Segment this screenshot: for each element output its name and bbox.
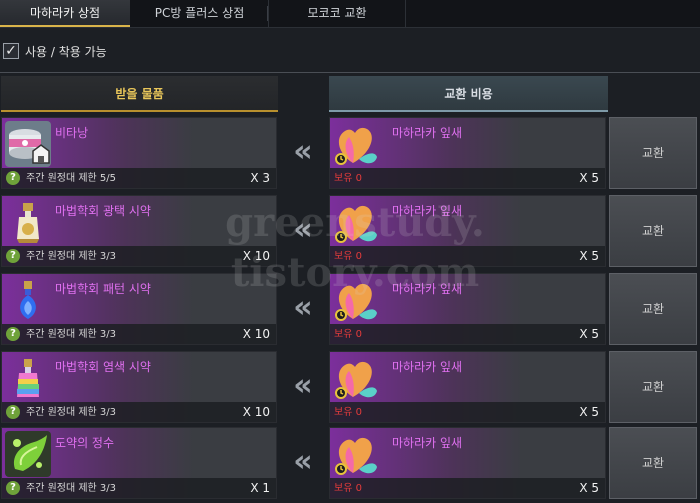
owned-count: 보유 0 [334,173,362,184]
exchange-row: 마법학회 광택 시약 ? 주간 원정대 제한 3/3 X 10 « 마하라카 잎… [0,195,700,269]
maharaka-leaf-icon [333,355,379,401]
exchange-row: 도약의 정수 ? 주간 원정대 제한 3/3 X 1 « 마하라카 잎새 보유 … [0,427,700,501]
cost-item-name: 마하라카 잎새 [392,204,463,218]
item-quantity: X 3 [250,171,270,185]
item-quantity: X 10 [242,327,270,341]
maharaka-leaf-icon [333,431,379,477]
usable-filter-label: 사용 / 착용 가능 [25,44,107,59]
exchange-row: 비타낭 ? 주간 원정대 제한 5/5 X 3 « 마하라카 잎새 보유 0 X… [0,117,700,191]
item-slot[interactable]: 비타낭 ? 주간 원정대 제한 5/5 X 3 [1,117,277,189]
gold-potion-icon [5,199,51,245]
cost-item-name: 마하라카 잎새 [392,126,463,140]
owned-count: 보유 0 [334,251,362,262]
weekly-limit: 주간 원정대 제한 3/3 [26,329,117,340]
help-icon[interactable]: ? [6,405,20,419]
exchange-button[interactable]: 교환 [609,273,697,345]
maharaka-leaf-icon [333,199,379,245]
cost-quantity: X 5 [579,481,599,495]
item-name: 마법학회 패턴 시약 [55,282,151,296]
double-chevron-left-icon: « [293,290,313,325]
cost-quantity: X 5 [579,249,599,263]
exchange-button[interactable]: 교환 [609,351,697,423]
usable-checkbox[interactable]: ✓ [3,43,19,59]
weekly-limit: 주간 원정대 제한 5/5 [26,173,117,184]
exchange-button[interactable]: 교환 [609,427,697,499]
cost-item-name: 마하라카 잎새 [392,360,463,374]
owned-count: 보유 0 [334,407,362,418]
usable-filter[interactable]: ✓ 사용 / 착용 가능 [3,42,107,60]
double-chevron-left-icon: « [293,212,313,247]
item-quantity: X 10 [242,405,270,419]
blue-potion-icon [5,277,51,323]
exchange-row: 마법학회 패턴 시약 ? 주간 원정대 제한 3/3 X 10 « 마하라카 잎… [0,273,700,347]
tab-maharaka-shop[interactable]: 마하라카 상점 [0,0,130,27]
double-chevron-left-icon: « [293,368,313,403]
cost-slot[interactable]: 마하라카 잎새 보유 0 X 5 [329,117,606,189]
help-icon[interactable]: ? [6,171,20,185]
cost-quantity: X 5 [579,327,599,341]
item-slot[interactable]: 마법학회 광택 시약 ? 주간 원정대 제한 3/3 X 10 [1,195,277,267]
owned-count: 보유 0 [334,483,362,494]
owned-count: 보유 0 [334,329,362,340]
double-chevron-left-icon: « [293,444,313,479]
cost-slot[interactable]: 마하라카 잎새 보유 0 X 5 [329,273,606,345]
tab-bar: 마하라카 상점 PC방 플러스 상점 모코코 교환 [0,0,700,28]
item-quantity: X 10 [242,249,270,263]
exchange-cost-header: 교환 비용 [329,76,608,112]
help-icon[interactable]: ? [6,327,20,341]
cost-info-bar [330,324,605,344]
pet-food-can-icon [5,121,51,167]
cost-info-bar [330,168,605,188]
help-icon[interactable]: ? [6,481,20,495]
exchange-button[interactable]: 교환 [609,195,697,267]
cost-item-name: 마하라카 잎새 [392,282,463,296]
cost-slot[interactable]: 마하라카 잎새 보유 0 X 5 [329,351,606,423]
exchange-button[interactable]: 교환 [609,117,697,189]
tab-mokoko-exchange[interactable]: 모코코 교환 [268,0,406,27]
cost-slot[interactable]: 마하라카 잎새 보유 0 X 5 [329,427,606,499]
cost-quantity: X 5 [579,405,599,419]
cost-slot[interactable]: 마하라카 잎새 보유 0 X 5 [329,195,606,267]
help-icon[interactable]: ? [6,249,20,263]
item-slot[interactable]: 도약의 정수 ? 주간 원정대 제한 3/3 X 1 [1,427,277,499]
cost-info-bar [330,246,605,266]
item-name: 도약의 정수 [55,436,115,450]
cost-info-bar [330,478,605,498]
weekly-limit: 주간 원정대 제한 3/3 [26,407,117,418]
item-slot[interactable]: 마법학회 패턴 시약 ? 주간 원정대 제한 3/3 X 10 [1,273,277,345]
cost-quantity: X 5 [579,171,599,185]
exchange-row: 마법학회 염색 시약 ? 주간 원정대 제한 3/3 X 10 « 마하라카 잎… [0,351,700,425]
item-slot[interactable]: 마법학회 염색 시약 ? 주간 원정대 제한 3/3 X 10 [1,351,277,423]
item-quantity: X 1 [250,481,270,495]
tab-pc-plus-shop[interactable]: PC방 플러스 상점 [131,0,268,27]
rainbow-potion-icon [5,355,51,401]
maharaka-leaf-icon [333,277,379,323]
double-chevron-left-icon: « [293,134,313,169]
green-essence-icon [5,431,51,477]
item-name: 마법학회 광택 시약 [55,204,151,218]
weekly-limit: 주간 원정대 제한 3/3 [26,251,117,262]
cost-item-name: 마하라카 잎새 [392,436,463,450]
divider [0,72,700,73]
weekly-limit: 주간 원정대 제한 3/3 [26,483,117,494]
item-name: 비타낭 [55,126,89,140]
receive-items-header: 받을 물품 [1,76,278,112]
cost-info-bar [330,402,605,422]
item-name: 마법학회 염색 시약 [55,360,151,374]
maharaka-leaf-icon [333,121,379,167]
